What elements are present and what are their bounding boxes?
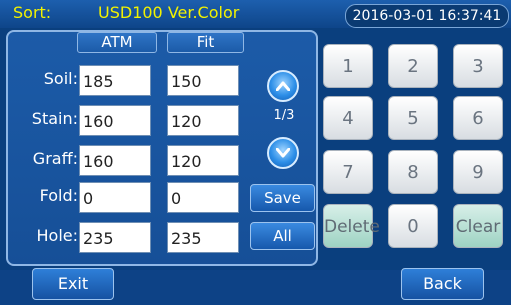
stain-fit-field[interactable]: 120 — [167, 105, 239, 136]
sort-label: Sort: — [13, 3, 52, 22]
stain-atm-field[interactable]: 160 — [79, 105, 151, 136]
chevron-up-icon — [276, 81, 290, 91]
key-3[interactable]: 3 — [453, 44, 503, 88]
hole-fit-field[interactable]: 235 — [167, 222, 239, 253]
page-indicator: 1/3 — [273, 108, 295, 123]
exit-button[interactable]: Exit — [32, 268, 114, 300]
page-down-button[interactable] — [267, 137, 299, 169]
graff-fit-field[interactable]: 120 — [167, 145, 239, 176]
chevron-down-icon — [276, 148, 290, 158]
soil-atm-field[interactable]: 185 — [79, 65, 151, 96]
delete-key[interactable]: Delete — [323, 204, 380, 248]
key-0[interactable]: 0 — [388, 204, 438, 248]
hole-atm-field[interactable]: 235 — [79, 222, 151, 253]
back-button[interactable]: Back — [401, 268, 484, 300]
row-label-soil: Soil: — [43, 69, 78, 88]
key-5[interactable]: 5 — [388, 96, 438, 140]
sort-value: USD100 Ver.Color — [98, 3, 240, 22]
key-6[interactable]: 6 — [453, 96, 503, 140]
column-header-fit: Fit — [167, 32, 244, 53]
key-1[interactable]: 1 — [323, 44, 373, 88]
column-header-atm: ATM — [77, 32, 157, 53]
row-label-hole: Hole: — [36, 226, 79, 245]
save-button[interactable]: Save — [250, 184, 315, 212]
soil-fit-field[interactable]: 150 — [167, 65, 239, 96]
key-9[interactable]: 9 — [453, 150, 503, 194]
row-label-graff: Graff: — [32, 149, 78, 168]
graff-atm-field[interactable]: 160 — [79, 145, 151, 176]
clear-key[interactable]: Clear — [453, 204, 503, 248]
page-up-button[interactable] — [267, 70, 299, 102]
key-2[interactable]: 2 — [388, 44, 438, 88]
key-4[interactable]: 4 — [323, 96, 373, 140]
datetime-display: 2016-03-01 16:37:41 — [345, 4, 509, 28]
row-label-stain: Stain: — [31, 109, 78, 128]
row-label-fold: Fold: — [39, 186, 78, 205]
all-button[interactable]: All — [250, 222, 315, 250]
fold-atm-field[interactable]: 0 — [79, 182, 151, 213]
key-7[interactable]: 7 — [323, 150, 373, 194]
key-8[interactable]: 8 — [388, 150, 438, 194]
fold-fit-field[interactable]: 0 — [167, 182, 239, 213]
